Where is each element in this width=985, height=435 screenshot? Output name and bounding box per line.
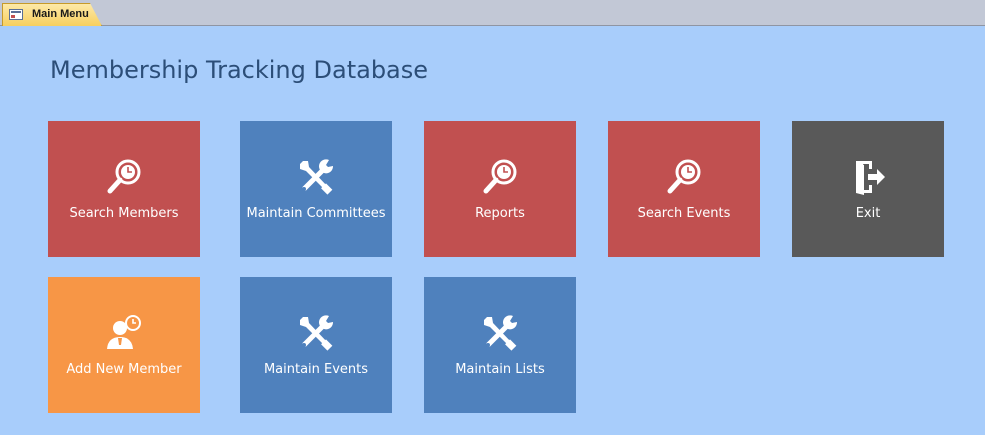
search-events-label: Search Events: [637, 206, 731, 221]
reports-button[interactable]: Reports: [424, 121, 576, 257]
tools-icon: [480, 313, 520, 353]
maintain-committees-label: Maintain Committees: [246, 206, 386, 221]
maintain-committees-button[interactable]: Maintain Committees: [240, 121, 392, 257]
exit-door-icon: [848, 157, 888, 197]
search-events-button[interactable]: Search Events: [608, 121, 760, 257]
reports-label: Reports: [475, 206, 525, 221]
add-new-member-button[interactable]: Add New Member: [48, 277, 200, 413]
search-members-label: Search Members: [69, 206, 179, 221]
exit-button[interactable]: Exit: [792, 121, 944, 257]
add-new-member-label: Add New Member: [66, 362, 182, 377]
add-member-icon: [104, 313, 144, 353]
search-clock-icon: [664, 157, 704, 197]
form-icon: [9, 9, 23, 20]
document-tab-bar: Main Menu: [0, 0, 985, 26]
search-clock-icon: [480, 157, 520, 197]
search-clock-icon: [104, 157, 144, 197]
search-members-button[interactable]: Search Members: [48, 121, 200, 257]
tools-icon: [296, 313, 336, 353]
tab-main-menu[interactable]: Main Menu: [2, 3, 102, 26]
maintain-events-button[interactable]: Maintain Events: [240, 277, 392, 413]
exit-label: Exit: [855, 206, 881, 221]
tools-icon: [296, 157, 336, 197]
tab-main-menu-label: Main Menu: [32, 8, 89, 20]
tab-bar-divider: [0, 25, 985, 26]
maintain-events-label: Maintain Events: [263, 362, 369, 377]
page-title: Membership Tracking Database: [50, 56, 429, 84]
maintain-lists-button[interactable]: Maintain Lists: [424, 277, 576, 413]
maintain-lists-label: Maintain Lists: [455, 362, 545, 377]
